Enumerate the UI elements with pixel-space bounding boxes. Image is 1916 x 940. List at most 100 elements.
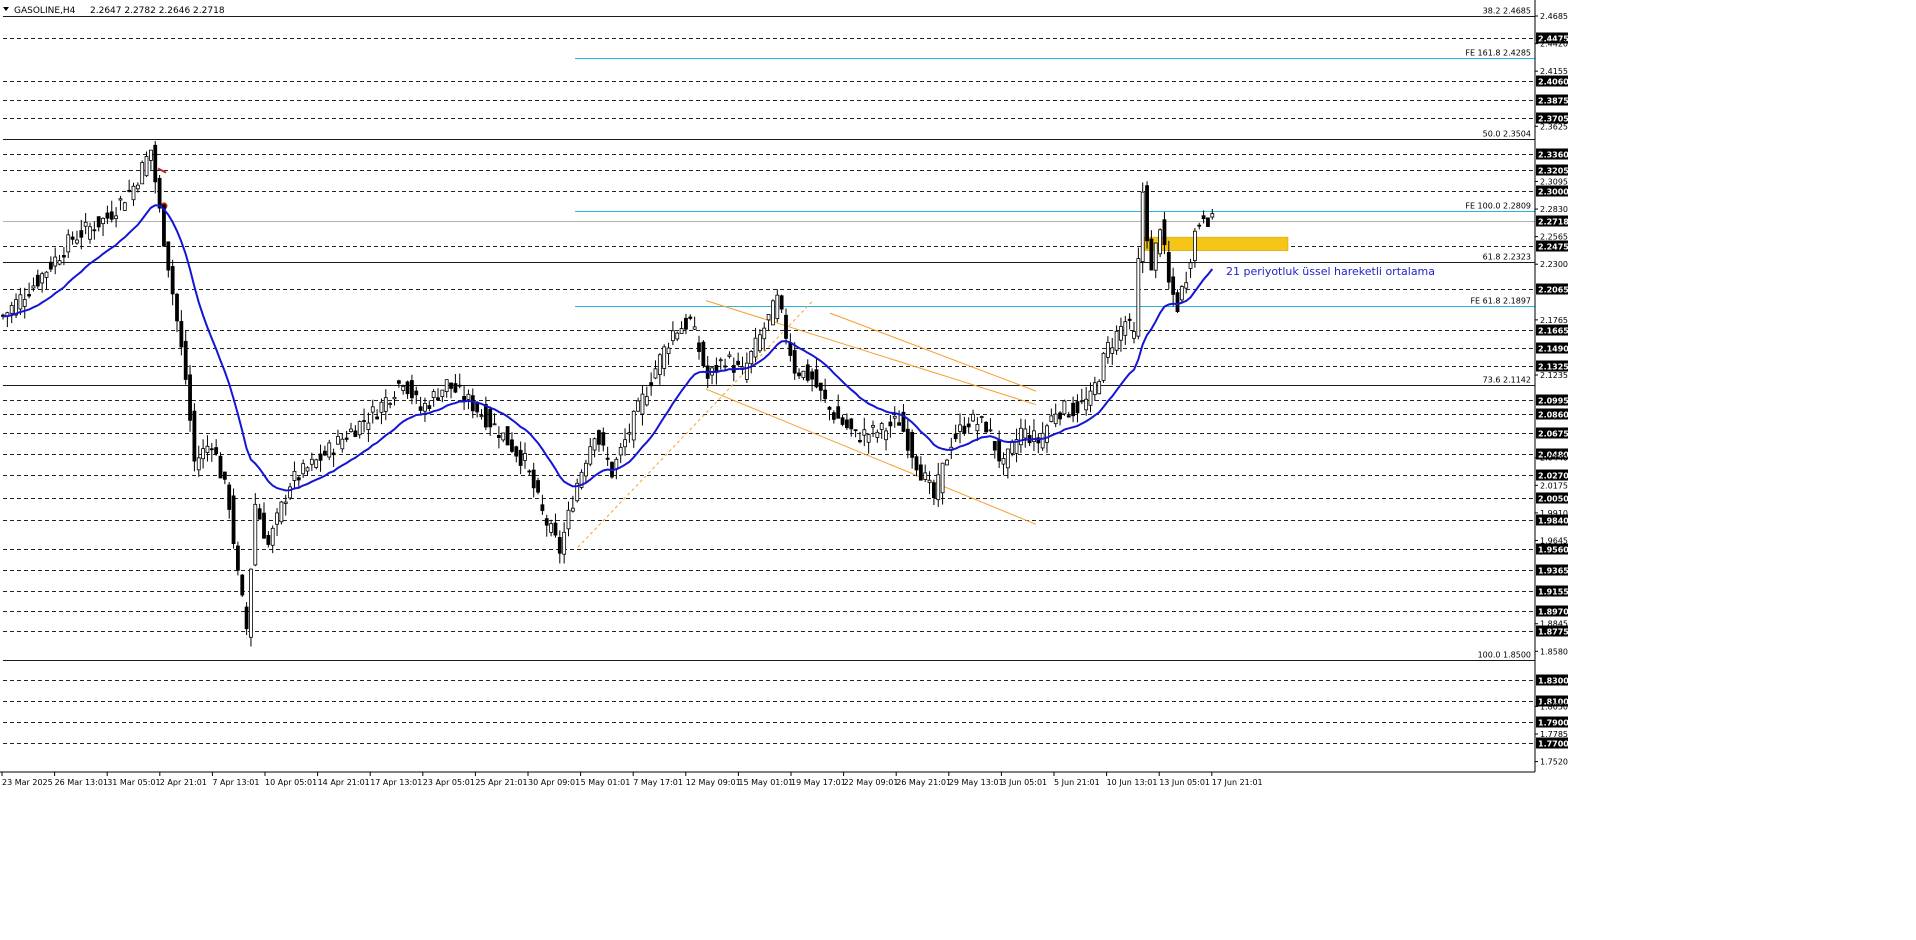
fibo-label: 61.8 2.2323 <box>1483 253 1531 262</box>
candle-body <box>932 482 936 499</box>
candle-body <box>40 273 45 284</box>
candle-body <box>875 431 880 438</box>
candle-body <box>792 350 797 374</box>
candle-body <box>118 198 123 201</box>
candle-body <box>684 317 688 330</box>
candle-body <box>505 426 510 446</box>
candle-body <box>862 429 867 436</box>
price-tick-label: 2.2830 <box>1540 205 1568 214</box>
candle-body <box>888 421 893 427</box>
candle-body <box>1119 326 1123 341</box>
candle-body <box>879 423 884 430</box>
candle-body <box>718 359 723 362</box>
candle-body <box>958 424 962 432</box>
time-tick-label: 3 Jun 05:01 <box>1001 778 1047 787</box>
candle-body <box>544 518 549 526</box>
level-price-label: 1.9155 <box>1538 588 1569 597</box>
candle-body <box>927 479 932 484</box>
candle-body <box>531 469 536 489</box>
candle-body <box>971 413 975 422</box>
candle-body <box>196 457 201 471</box>
chart[interactable]: 38.2 2.4685 50.0 2.3504 61.8 2.2323 73.6 2.… <box>0 0 1916 936</box>
candle-body <box>697 342 701 352</box>
candle-body <box>48 261 53 270</box>
candle-body <box>962 425 967 434</box>
candle-body <box>496 435 501 438</box>
candle-body <box>327 442 332 458</box>
candle-body <box>222 471 227 480</box>
level-price-label: 2.1490 <box>1538 345 1569 354</box>
candle-body <box>945 459 949 466</box>
level-price-label: 1.9560 <box>1538 546 1569 555</box>
candle-body <box>557 537 562 554</box>
candle-body <box>523 453 527 461</box>
candle-body <box>562 531 567 555</box>
time-tick-label: 14 Apr 21:01 <box>318 778 370 787</box>
candle-body <box>249 568 253 638</box>
candle-body <box>205 445 210 453</box>
candle-body <box>540 504 545 512</box>
candle-body <box>366 422 371 430</box>
candle-body <box>805 364 810 381</box>
candle-body <box>336 436 340 445</box>
candle-body <box>723 365 727 368</box>
candle-body <box>1127 318 1132 321</box>
candle-body <box>688 316 693 319</box>
candle-body <box>588 446 593 465</box>
level-price-label: 2.3360 <box>1538 151 1569 160</box>
candle-body <box>262 512 266 539</box>
time-tick-label: 13 Jun 05:01 <box>1159 778 1210 787</box>
price-tick-label: 1.8050 <box>1540 702 1568 711</box>
time-tick-label: 12 May 09:01 <box>686 778 741 787</box>
level-price-label: 1.8970 <box>1538 608 1569 617</box>
level-price-label: 2.3000 <box>1538 188 1569 197</box>
ohlc-label: 2.2647 2.2782 2.2646 2.2718 <box>90 6 225 16</box>
candle-body <box>775 294 780 320</box>
candle-body <box>671 330 675 342</box>
candle-body <box>601 432 606 446</box>
candle-body <box>1188 262 1193 269</box>
time-tick-label: 5 Jun 21:01 <box>1054 778 1100 787</box>
candle-body <box>22 299 27 307</box>
candle-body <box>209 448 214 451</box>
candle-body <box>362 420 366 422</box>
time-tick-label: 19 May 17:01 <box>791 778 846 787</box>
time-tick-label: 26 May 21:01 <box>896 778 951 787</box>
candle-body <box>240 574 245 596</box>
level-price-label: 2.0860 <box>1538 411 1569 420</box>
candle-body <box>1023 428 1028 439</box>
candle-body <box>1136 258 1141 337</box>
candle-body <box>936 474 941 501</box>
candle-body <box>1045 425 1049 443</box>
price-tick-label: 1.8845 <box>1540 620 1568 629</box>
candle-body <box>1088 390 1093 406</box>
candle-body <box>618 447 623 456</box>
price-tick-label: 2.3095 <box>1540 177 1568 186</box>
candle-body <box>423 402 427 412</box>
candle-body <box>9 305 14 314</box>
candle-body <box>357 421 362 436</box>
candle-body <box>788 342 793 356</box>
candle-body <box>418 406 423 411</box>
candle-body <box>235 545 240 571</box>
candle-body <box>1210 213 1215 218</box>
candle-body <box>66 234 71 253</box>
candle-body <box>344 437 349 440</box>
candle-body <box>940 462 945 494</box>
level-price-label: 2.4060 <box>1538 78 1569 87</box>
candle-body <box>1053 413 1058 425</box>
fe-label: FE 161.8 2.4285 <box>1465 49 1531 58</box>
candle-body <box>623 439 627 448</box>
candle-body <box>1162 219 1167 246</box>
level-price-label: 2.0270 <box>1538 472 1569 481</box>
candle-body <box>866 434 871 443</box>
candle-body <box>666 347 671 354</box>
price-tick-label: 1.7520 <box>1540 758 1568 767</box>
candle-body <box>1062 400 1067 415</box>
candle-body <box>997 440 1002 462</box>
candle-body <box>1171 276 1176 295</box>
fibo-label: 50.0 2.3504 <box>1483 130 1531 139</box>
candle-body <box>427 405 432 409</box>
candle-body <box>592 438 597 451</box>
candle-body <box>510 439 514 452</box>
